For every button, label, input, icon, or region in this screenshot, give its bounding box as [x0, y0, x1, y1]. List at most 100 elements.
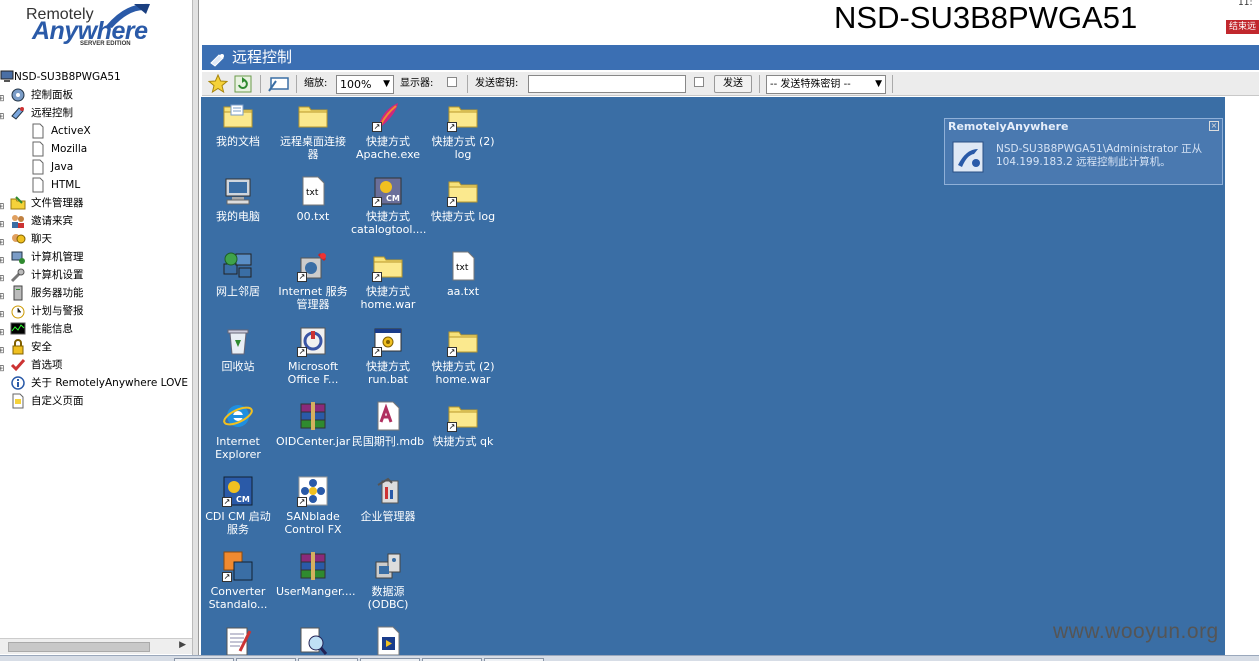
- desktop-icon[interactable]: UserManger....: [276, 550, 356, 598]
- zoom-select[interactable]: 100% ▼: [336, 75, 394, 94]
- desktop-icon[interactable]: txt 00.txt: [276, 175, 350, 223]
- desktop-icon[interactable]: ↗ 快捷方式 log: [426, 175, 500, 223]
- tree-item[interactable]: Mozilla: [0, 140, 192, 158]
- frame-divider[interactable]: [192, 0, 199, 661]
- desktop-icon[interactable]: ↗ 快捷方式 Apache.exe: [351, 100, 425, 161]
- logo-line-3: SERVER EDITION: [80, 41, 131, 47]
- my-computer-icon: [222, 175, 254, 207]
- computer-management-icon: [10, 249, 26, 265]
- shortcut-arrow-icon: ↗: [447, 197, 457, 207]
- shortcut-arrow-icon: ↗: [372, 272, 382, 282]
- tree-item-label: Java: [51, 161, 74, 173]
- tree-item[interactable]: 自定义页面: [0, 392, 192, 410]
- desktop-icon[interactable]: ↗ 快捷方式 home.war: [351, 250, 425, 311]
- tree-item[interactable]: ⊞ 计算机设置: [0, 266, 192, 284]
- tree-item[interactable]: HTML: [0, 176, 192, 194]
- horizontal-scrollbar[interactable]: ▶: [0, 638, 192, 654]
- toolbar-separator: [296, 75, 297, 93]
- tree-item-label: 性能信息: [31, 323, 73, 335]
- navigation-tree: NSD-SU3B8PWGA51 ⊞ 控制面板 ⊞ 远程控制 ActiveX Mozilla…: [0, 68, 192, 410]
- desktop-icon-label: 00.txt: [296, 210, 330, 223]
- desktop-icon-label: 快捷方式 catalogtool....: [351, 210, 427, 236]
- desktop-icon[interactable]: 回收站: [201, 325, 275, 373]
- tree-root[interactable]: NSD-SU3B8PWGA51: [0, 68, 192, 86]
- desktop-icon[interactable]: CM ↗ 快捷方式 catalogtool....: [351, 175, 427, 236]
- close-icon[interactable]: ×: [1209, 121, 1219, 131]
- svg-text:txt: txt: [456, 263, 469, 273]
- tree-item[interactable]: ⊞ 计算机管理: [0, 248, 192, 266]
- desktop-icon[interactable]: txt aa.txt: [426, 250, 500, 298]
- desktop-icon[interactable]: 远程桌面连接器: [276, 100, 350, 161]
- shortcut-arrow-icon: ↗: [222, 572, 232, 582]
- panel-title-bar: 远程控制: [202, 45, 1259, 70]
- desktop-icon-label: Internet 服务管理器: [278, 285, 348, 311]
- tree-item[interactable]: ⊞ 远程控制: [0, 104, 192, 122]
- desktop-icon[interactable]: OIDCenter.jar: [276, 400, 350, 448]
- tree-item[interactable]: ⊞ 首选项: [0, 356, 192, 374]
- favorite-star-icon[interactable]: [207, 73, 229, 98]
- page-icon: [30, 177, 46, 193]
- cm-service-icon: CM ↗: [222, 475, 254, 507]
- desktop-icon[interactable]: 网上邻居: [201, 250, 275, 298]
- desktop-icon[interactable]: 我的文档: [201, 100, 275, 148]
- send-key-checkbox[interactable]: [694, 77, 704, 87]
- desktop-icon[interactable]: ↗ 快捷方式 (2) log: [426, 100, 500, 161]
- tree-item[interactable]: ⊞ 邀请来宾: [0, 212, 192, 230]
- desktop-icon[interactable]: ↗ Converter Standalo...: [201, 550, 275, 611]
- desktop-icon-label: 远程桌面连接器: [280, 135, 346, 161]
- desktop-icon-label: OIDCenter.jar: [276, 435, 351, 448]
- desktop-icon[interactable]: ↗ 快捷方式 run.bat: [351, 325, 425, 386]
- tree-item[interactable]: ⊞ 计划与警报: [0, 302, 192, 320]
- desktop-icon-label: Internet Explorer: [215, 435, 261, 461]
- tree-item[interactable]: ⊞ 聊天: [0, 230, 192, 248]
- send-button[interactable]: 发送: [714, 75, 752, 93]
- tree-item[interactable]: ⊞ 服务器功能: [0, 284, 192, 302]
- scroll-right-arrow-icon[interactable]: ▶: [179, 640, 186, 650]
- tree-item[interactable]: ⊞ 性能信息: [0, 320, 192, 338]
- right-blank-area: [1225, 97, 1259, 661]
- desktop-icon[interactable]: 数据源 (ODBC): [351, 550, 425, 611]
- recycle-bin-icon: [222, 325, 254, 357]
- scrollbar-thumb[interactable]: [8, 642, 150, 652]
- desktop-icon[interactable]: ↗ Internet 服务管理器: [276, 250, 350, 311]
- tree-item[interactable]: ActiveX: [0, 122, 192, 140]
- tree-item[interactable]: Java: [0, 158, 192, 176]
- special-key-value: -- 发送特殊密钥 --: [770, 79, 851, 90]
- desktop-icon[interactable]: CM ↗ CDI CM 启动服务: [201, 475, 275, 536]
- send-key-input[interactable]: [528, 75, 686, 93]
- tree-item[interactable]: 关于 RemotelyAnywhere LOVE E: [0, 374, 192, 392]
- desktop-icon[interactable]: ↗ 快捷方式 qk: [426, 400, 500, 448]
- tree-item-label: 远程控制: [31, 107, 73, 119]
- desktop-icon-label: 快捷方式 log: [430, 210, 496, 223]
- refresh-icon[interactable]: [234, 74, 252, 98]
- desktop-icon-label: 民国期刊.mdb: [351, 435, 425, 448]
- tree-item[interactable]: ⊞ 控制面板: [0, 86, 192, 104]
- screen-mode-icon[interactable]: [268, 75, 290, 99]
- svg-text:CM: CM: [386, 194, 400, 203]
- office-icon: ↗: [297, 325, 329, 357]
- tree-item[interactable]: ⊞ 文件管理器: [0, 194, 192, 212]
- sanblade-icon: ↗: [297, 475, 329, 507]
- tree-item[interactable]: ⊞ 安全: [0, 338, 192, 356]
- watermark-text: www.wooyun.org: [1053, 620, 1219, 643]
- desktop-icon-label: 我的文档: [216, 135, 260, 148]
- tree-item-label: 文件管理器: [31, 197, 84, 209]
- desktop-icon[interactable]: Internet Explorer: [201, 400, 275, 461]
- end-remote-button[interactable]: 结束远: [1226, 20, 1259, 34]
- converter-icon: ↗: [222, 550, 254, 582]
- computer-settings-icon: [10, 267, 26, 283]
- special-key-select[interactable]: -- 发送特殊密钥 -- ▼: [766, 75, 886, 94]
- desktop-icon[interactable]: 民国期刊.mdb: [351, 400, 425, 448]
- zoom-label: 缩放:: [304, 78, 328, 89]
- desktop-icon[interactable]: 企业管理器: [351, 475, 425, 523]
- display-checkbox[interactable]: [447, 77, 457, 87]
- bat-file-icon: ↗: [372, 325, 404, 357]
- desktop-icon[interactable]: ↗ Microsoft Office F...: [276, 325, 350, 386]
- remotelyanywhere-logo[interactable]: Remotely Anywhere SERVER EDITION: [22, 0, 182, 60]
- desktop-icon[interactable]: ↗ SANblade Control FX: [276, 475, 350, 536]
- desktop-icon[interactable]: ↗ 快捷方式 (2) home.war: [426, 325, 500, 386]
- clock: 11:: [1238, 0, 1253, 8]
- tree-item-label: 计划与警报: [31, 305, 84, 317]
- desktop-icon[interactable]: 我的电脑: [201, 175, 275, 223]
- txt-file-icon: txt: [297, 175, 329, 207]
